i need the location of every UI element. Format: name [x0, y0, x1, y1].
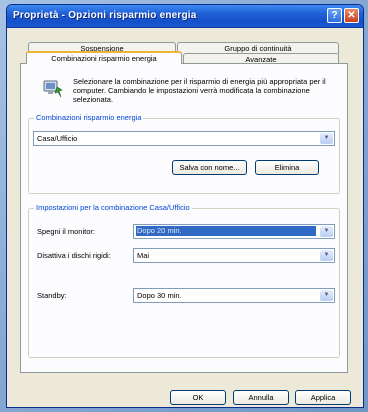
power-scheme-icon [43, 80, 63, 98]
schemes-legend: Combinazioni risparmio energia [34, 113, 144, 123]
ok-button[interactable]: OK [170, 390, 226, 405]
chevron-down-icon: ▼ [320, 290, 333, 301]
chevron-down-icon: ▼ [320, 250, 333, 261]
standby-select[interactable]: Dopo 30 min. ▼ [133, 288, 335, 303]
standby-value: Dopo 30 min. [137, 291, 182, 300]
standby-label: Standby: [37, 291, 67, 300]
close-button[interactable]: ✕ [344, 8, 359, 23]
hard-disks-off-label: Disattiva i dischi rigidi: [37, 251, 111, 260]
power-options-dialog: Proprietà - Opzioni risparmio energia ? … [6, 4, 364, 408]
scheme-select[interactable]: Casa/Ufficio ▼ [33, 131, 335, 146]
dialog-content: Sospensione Gruppo di continuità Combina… [7, 28, 363, 407]
settings-legend: Impostazioni per la combinazione Casa/Uf… [34, 203, 192, 213]
delete-button[interactable]: Elimina [255, 160, 319, 175]
chevron-down-icon: ▼ [320, 133, 333, 144]
monitor-off-label: Spegni il monitor: [37, 227, 95, 236]
schemes-group: Combinazioni risparmio energia Casa/Uffi… [28, 113, 340, 194]
cancel-button[interactable]: Annulla [233, 390, 289, 405]
chevron-down-icon: ▼ [320, 226, 333, 237]
apply-button[interactable]: Applica [295, 390, 351, 405]
intro-description: Selezionare la combinazione per il rispa… [73, 77, 326, 104]
hard-disks-off-select[interactable]: Mai ▼ [133, 248, 335, 263]
save-as-button[interactable]: Salva con nome... [172, 160, 247, 175]
tab-combinazioni[interactable]: Combinazioni risparmio energia [26, 51, 182, 64]
monitor-off-value: Dopo 20 min. [136, 226, 316, 236]
scheme-select-value: Casa/Ufficio [37, 134, 78, 143]
monitor-off-select[interactable]: Dopo 20 min. ▼ [133, 224, 335, 239]
tab-panel: Selezionare la combinazione per il rispa… [20, 63, 348, 373]
title-bar[interactable]: Proprietà - Opzioni risparmio energia ? … [7, 5, 363, 28]
hard-disks-off-value: Mai [137, 251, 150, 260]
help-button[interactable]: ? [327, 8, 342, 23]
window-title: Proprietà - Opzioni risparmio energia [13, 10, 197, 21]
settings-group: Impostazioni per la combinazione Casa/Uf… [28, 203, 340, 358]
